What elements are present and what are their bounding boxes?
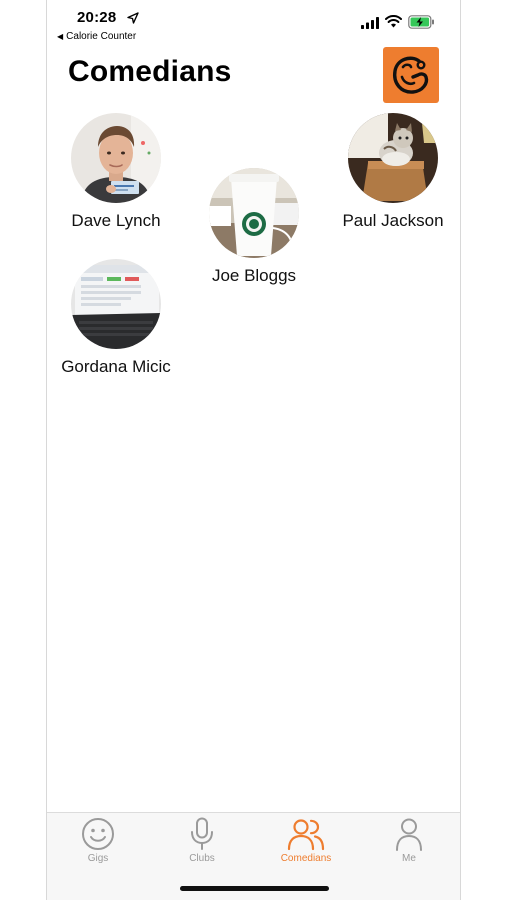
comedian-name: Gordana Micic [61, 357, 171, 376]
comedian-dave-lynch[interactable]: Dave Lynch [47, 113, 186, 231]
person-icon [396, 818, 422, 851]
comedian-avatar [71, 113, 161, 203]
comedian-gordana-micic[interactable]: Gordana Micic [47, 259, 186, 377]
home-indicator[interactable] [180, 886, 329, 891]
tab-label: Me [402, 853, 416, 864]
tab-label: Gigs [87, 853, 109, 864]
battery-charging-icon [408, 15, 434, 29]
app-logo[interactable] [383, 47, 439, 103]
tab-gigs[interactable]: Gigs [53, 817, 143, 864]
wifi-icon [385, 15, 402, 28]
comedian-name: Paul Jackson [342, 211, 444, 230]
comedian-avatar [209, 168, 299, 258]
tab-label: Clubs [189, 853, 215, 864]
status-time: 20:28 [77, 9, 117, 26]
comedian-name: Joe Bloggs [211, 266, 297, 285]
tab-label: Comedians [280, 853, 332, 864]
back-triangle-icon: ◀ [57, 32, 64, 41]
people-icon [287, 819, 325, 851]
comedian-avatar [348, 113, 438, 203]
comedian-avatar [71, 259, 161, 349]
comedy-face-logo-icon [393, 56, 429, 94]
back-to-app-link[interactable]: ◀ Calorie Counter [57, 31, 136, 42]
location-arrow-icon [127, 12, 139, 24]
microphone-icon [191, 817, 213, 850]
page-title: Comedians [68, 55, 232, 88]
tab-me[interactable]: Me [364, 817, 454, 864]
phone-screen: 20:28 ◀ Calorie Counter Comedians Dave L… [46, 0, 461, 900]
cellular-signal-icon [361, 17, 379, 29]
smiley-icon [82, 818, 114, 850]
comedian-name: Dave Lynch [71, 211, 161, 230]
back-link-label: Calorie Counter [66, 31, 137, 42]
tab-clubs[interactable]: Clubs [157, 817, 247, 864]
comedian-joe-bloggs[interactable]: Joe Bloggs [184, 168, 324, 286]
comedian-paul-jackson[interactable]: Paul Jackson [323, 113, 460, 231]
tab-comedians[interactable]: Comedians [261, 817, 351, 864]
